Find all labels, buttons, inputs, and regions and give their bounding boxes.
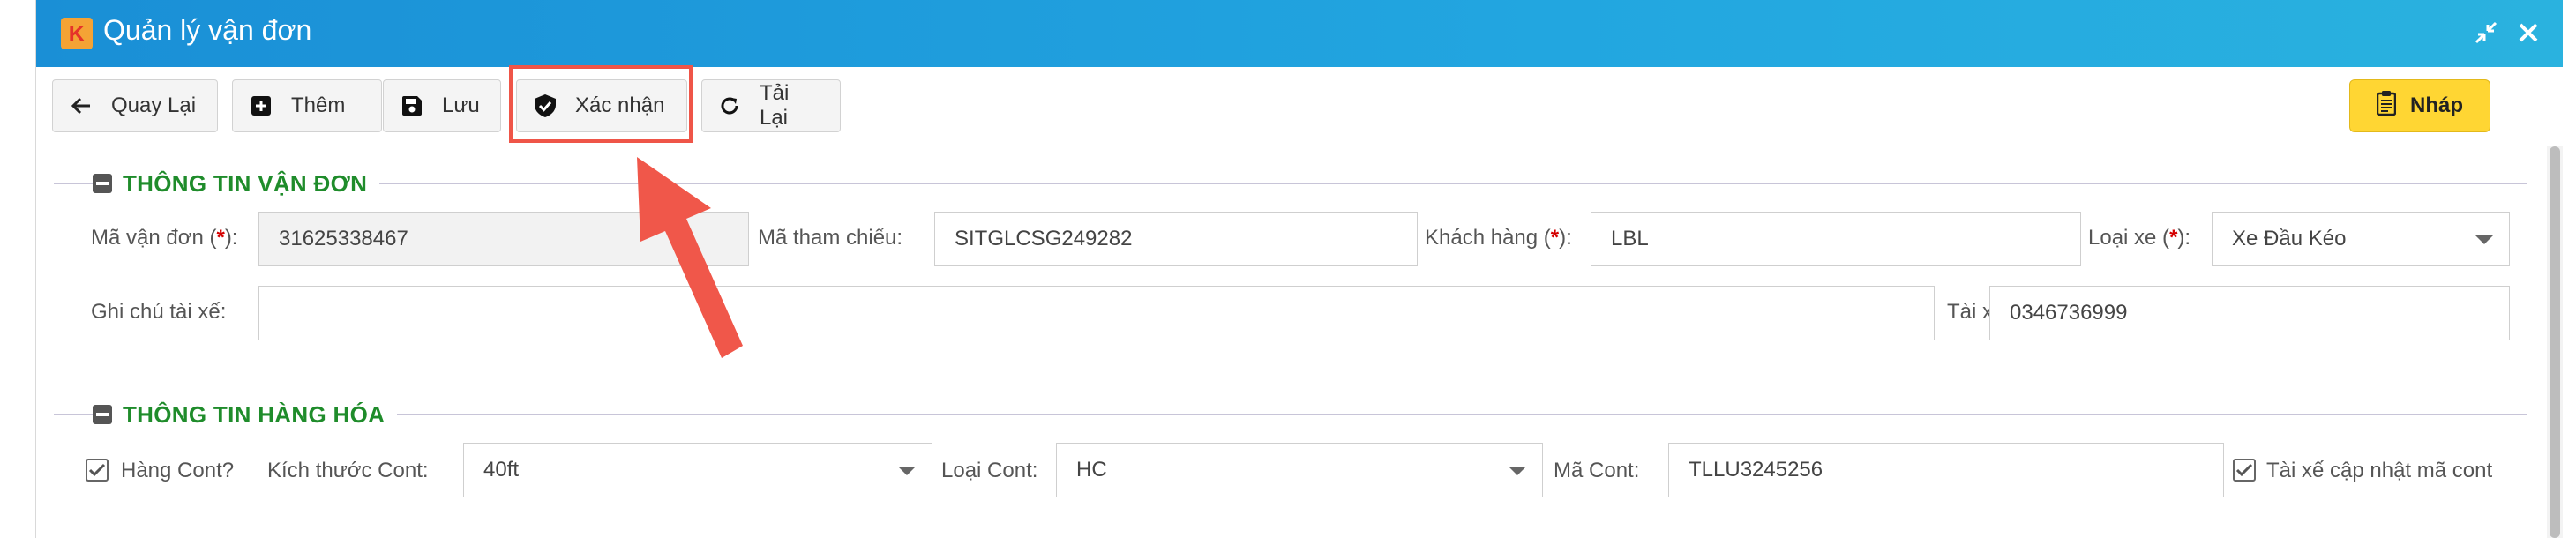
annotation-arrow-icon [637,157,743,358]
